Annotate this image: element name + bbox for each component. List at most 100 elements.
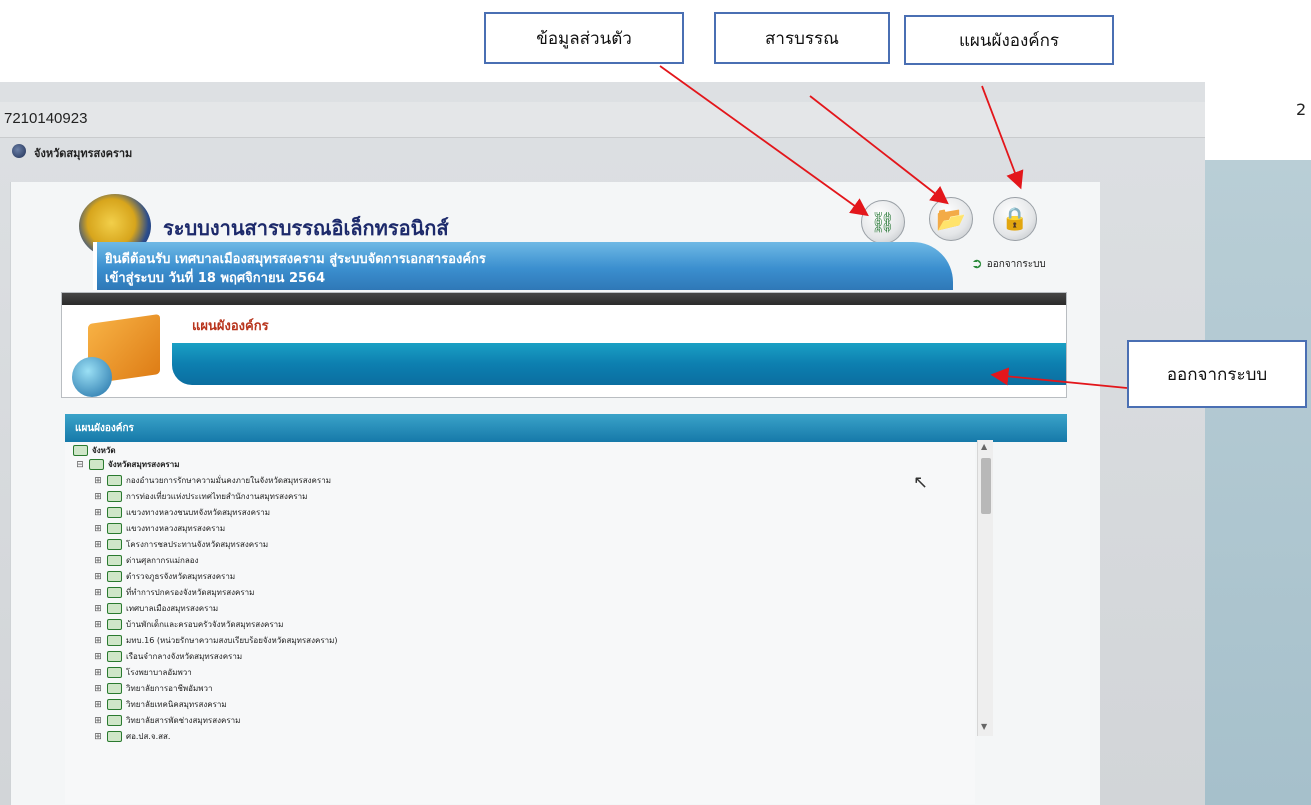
expand-icon[interactable]: ⊞	[93, 604, 103, 614]
expand-icon[interactable]: ⊞	[93, 524, 103, 534]
page-number: 2	[1296, 100, 1307, 119]
tree-item[interactable]: ⊞ ที่ทำการปกครองจังหวัดสมุทรสงคราม	[93, 586, 254, 599]
scroll-thumb[interactable]	[981, 458, 991, 514]
folder-globe-illustration	[68, 311, 168, 397]
address-text: 7210140923	[4, 110, 88, 127]
tree-item[interactable]: ⊞ วิทยาลัยเทคนิคสมุทรสงคราม	[93, 698, 227, 711]
scroll-down-icon[interactable]: ▼	[981, 722, 987, 731]
expand-icon[interactable]: ⊞	[93, 476, 103, 486]
expand-icon[interactable]: ⊞	[93, 572, 103, 582]
tree-item-label: วิทยาลัยการอาชีพอัมพวา	[126, 684, 213, 693]
tree-item[interactable]: ⊞ บ้านพักเด็กและครอบครัวจังหวัดสมุทรสงครา…	[93, 618, 283, 631]
annotation-personal-info: ข้อมูลส่วนตัว	[484, 12, 684, 64]
annotation-org-chart: แผนผังองค์กร	[904, 15, 1114, 65]
folder-icon	[107, 651, 122, 662]
expand-icon[interactable]: ⊞	[93, 492, 103, 502]
scroll-up-icon[interactable]: ▲	[981, 442, 987, 451]
folder-icon	[107, 715, 122, 726]
tree-item[interactable]: ⊞ โครงการชลประทานจังหวัดสมุทรสงคราม	[93, 538, 268, 551]
folder-icon	[107, 539, 122, 550]
logout-arrow-icon: ➲	[971, 256, 983, 272]
expand-icon[interactable]: ⊞	[93, 556, 103, 566]
personal-info-button[interactable]: ⛓	[861, 200, 905, 244]
tree-item-label: ศอ.ปส.จ.สส.	[126, 732, 171, 741]
org-panel-header-text: แผนผังองค์กร	[75, 423, 134, 434]
tree-item-label: โรงพยาบาลอัมพวา	[126, 668, 192, 677]
folder-icon	[107, 587, 122, 598]
app-title: ระบบงานสารบรรณอิเล็กทรอนิกส์	[163, 218, 449, 240]
folder-icon	[107, 731, 122, 742]
expand-icon[interactable]: ⊞	[93, 716, 103, 726]
tree-item[interactable]: ⊞ ศอ.ปส.จ.สส.	[93, 730, 170, 743]
org-tree: จังหวัด ⊟ จังหวัดสมุทรสงคราม ⊞ กองอำนวยกา…	[65, 442, 975, 804]
tree-item-label: บ้านพักเด็กและครอบครัวจังหวัดสมุทรสงคราม	[126, 620, 284, 629]
logout-link[interactable]: ➲ ออกจากระบบ	[971, 256, 1046, 272]
tree-item-label: มทบ.16 (หน่วยรักษาความสงบเรียบร้อยจังหวั…	[126, 636, 338, 645]
mouse-cursor-icon: ↖	[913, 472, 929, 493]
folder-icon	[73, 445, 88, 456]
expand-icon[interactable]: ⊞	[93, 700, 103, 710]
expand-icon[interactable]: ⊞	[93, 540, 103, 550]
expand-icon[interactable]: ⊞	[93, 668, 103, 678]
org-panel-header: แผนผังองค์กร	[65, 414, 1067, 442]
tree-item-label: การท่องเที่ยวแห่งประเทศไทยสำนักงานสมุทรส…	[126, 492, 308, 501]
logout-link-label: ออกจากระบบ	[986, 258, 1046, 270]
tree-item[interactable]: ⊞ การท่องเที่ยวแห่งประเทศไทยสำนักงานสมุทร…	[93, 490, 307, 503]
tree-item-province[interactable]: ⊟ จังหวัดสมุทรสงคราม	[75, 458, 179, 471]
tree-scrollbar[interactable]: ▲ ▼	[977, 440, 993, 736]
annotation-logout: ออกจากระบบ	[1127, 340, 1307, 408]
welcome-banner: ยินดีต้อนรับ เทศบาลเมืองสมุทรสงคราม สู่ร…	[93, 242, 953, 290]
folder-icon	[107, 603, 122, 614]
tree-item-root[interactable]: จังหวัด	[73, 444, 116, 457]
section-panel: แผนผังองค์กร	[61, 292, 1067, 398]
tree-item[interactable]: ⊞ โรงพยาบาลอัมพวา	[93, 666, 192, 679]
expand-icon[interactable]: ⊞	[93, 588, 103, 598]
favorites-item[interactable]: จังหวัดสมุทรสงคราม	[34, 144, 132, 162]
expand-icon[interactable]: ⊞	[93, 684, 103, 694]
folder-icon	[107, 475, 122, 486]
folder-icon	[89, 459, 104, 470]
expand-icon[interactable]: ⊞	[93, 636, 103, 646]
tree-item[interactable]: ⊞ ด่านศุลกากรแม่กลอง	[93, 554, 199, 567]
folder-icon	[107, 635, 122, 646]
org-chart-button[interactable]: 🔒	[993, 197, 1037, 241]
expand-icon[interactable]: ⊞	[93, 620, 103, 630]
tree-item-label: ที่ทำการปกครองจังหวัดสมุทรสงคราม	[126, 588, 255, 597]
expand-icon[interactable]: ⊞	[93, 652, 103, 662]
section-band	[172, 343, 1066, 385]
folder-icon	[107, 683, 122, 694]
tree-item[interactable]: ⊞ เรือนจำกลางจังหวัดสมุทรสงคราม	[93, 650, 242, 663]
welcome-message: ยินดีต้อนรับ เทศบาลเมืองสมุทรสงคราม สู่ร…	[105, 252, 486, 267]
address-bar[interactable]: 7210140923	[0, 102, 1205, 138]
background-wall	[1205, 160, 1311, 805]
globe-icon	[72, 357, 112, 397]
tree-item[interactable]: ⊞ เทศบาลเมืองสมุทรสงคราม	[93, 602, 218, 615]
folder-icon	[107, 699, 122, 710]
tree-item-label: แขวงทางหลวงสมุทรสงคราม	[126, 524, 226, 533]
tree-item-label: แขวงทางหลวงชนบทจังหวัดสมุทรสงคราม	[126, 508, 271, 517]
tree-item[interactable]: ⊞ แขวงทางหลวงชนบทจังหวัดสมุทรสงคราม	[93, 506, 270, 519]
expand-icon[interactable]: ⊞	[93, 508, 103, 518]
monitor-screen: 7210140923 จังหวัดสมุทรสงคราม ระบบงานสาร…	[0, 82, 1205, 805]
tree-item[interactable]: ⊞ กองอำนวยการรักษาความมั่นคงภายในจังหวัดส…	[93, 474, 331, 487]
tree-item[interactable]: ⊞ แขวงทางหลวงสมุทรสงคราม	[93, 522, 225, 535]
tree-item-label: เรือนจำกลางจังหวัดสมุทรสงคราม	[126, 652, 243, 661]
login-date: เข้าสู่ระบบ วันที่ 18 พฤศจิกายน 2564	[105, 271, 326, 286]
tree-item[interactable]: ⊞ ตำรวจภูธรจังหวัดสมุทรสงคราม	[93, 570, 235, 583]
folder-icon	[107, 555, 122, 566]
saraban-button[interactable]: 📂	[929, 197, 973, 241]
tree-item-label: วิทยาลัยสารพัดช่างสมุทรสงคราม	[126, 716, 241, 725]
annotation-saraban: สารบรรณ	[714, 12, 890, 64]
document-page: 7210140923 จังหวัดสมุทรสงคราม ระบบงานสาร…	[0, 0, 1311, 805]
expand-icon[interactable]: ⊞	[93, 732, 103, 742]
tree-item-label: เทศบาลเมืองสมุทรสงคราม	[126, 604, 219, 613]
tree-item-label: วิทยาลัยเทคนิคสมุทรสงคราม	[126, 700, 227, 709]
tree-item[interactable]: ⊞ มทบ.16 (หน่วยรักษาความสงบเรียบร้อยจังหว…	[93, 634, 338, 647]
section-title: แผนผังองค์กร	[192, 319, 269, 334]
tree-item[interactable]: ⊞ วิทยาลัยสารพัดช่างสมุทรสงคราม	[93, 714, 240, 727]
tree-item-label: จังหวัดสมุทรสงคราม	[108, 460, 180, 469]
collapse-icon[interactable]: ⊟	[75, 460, 85, 470]
tree-item[interactable]: ⊞ วิทยาลัยการอาชีพอัมพวา	[93, 682, 213, 695]
tree-item-label: จังหวัด	[92, 446, 116, 455]
globe-icon	[12, 144, 26, 158]
